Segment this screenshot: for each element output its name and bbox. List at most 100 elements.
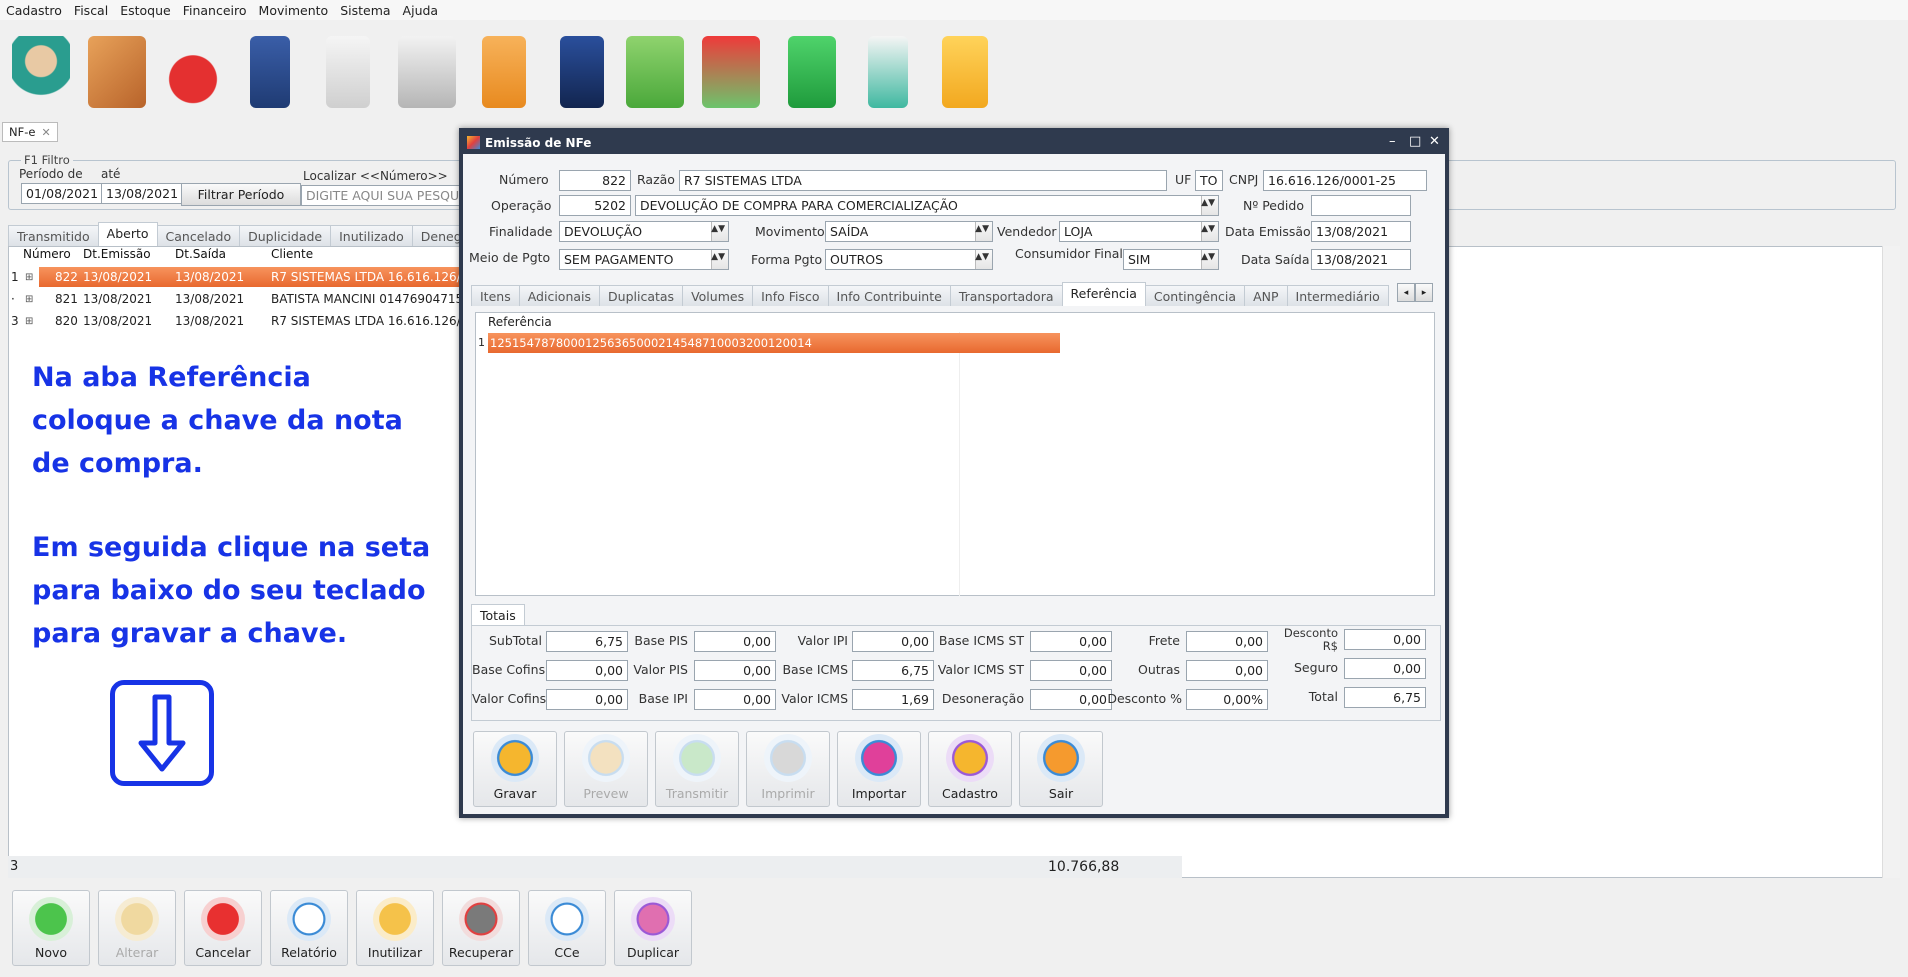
referencia-grid[interactable]: Referência 1 125154787800012563650002145… (475, 312, 1435, 596)
tab-volumes[interactable]: Volumes (682, 285, 754, 306)
tab-inutilizado[interactable]: Inutilizado (330, 225, 413, 246)
base-pis-field[interactable]: 0,00 (694, 631, 776, 652)
money-transfer-icon[interactable] (626, 36, 684, 108)
money-out-icon[interactable] (702, 36, 760, 108)
col-cliente[interactable]: Cliente (271, 247, 313, 265)
pedido-input[interactable] (1311, 195, 1411, 216)
alterar-button[interactable]: Alterar (98, 890, 176, 966)
search-input[interactable]: DIGITE AQUI SUA PESQUISA (301, 185, 461, 206)
meio-pgto-select[interactable]: SEM PAGAMENTO ▲▼ (559, 249, 729, 270)
duplicar-button[interactable]: Duplicar (614, 890, 692, 966)
menu-cadastro[interactable]: Cadastro (6, 3, 62, 18)
col-dt-saida[interactable]: Dt.Saída (175, 247, 226, 265)
novo-button[interactable]: Novo (12, 890, 90, 966)
menu-estoque[interactable]: Estoque (120, 3, 171, 18)
saida-input[interactable]: 13/08/2021 (1311, 249, 1411, 270)
tab-contingencia[interactable]: Contingência (1144, 285, 1246, 306)
importar-button[interactable]: Importar (837, 731, 921, 807)
expand-icon[interactable]: ⊞ (25, 316, 33, 327)
tab-intermediario[interactable]: Intermediário (1286, 285, 1389, 306)
tab-anp[interactable]: ANP (1244, 285, 1288, 306)
subtotal-field[interactable]: 6,75 (546, 631, 628, 652)
valor-icms-st-field[interactable]: 0,00 (1030, 660, 1112, 681)
cce-button[interactable]: CCe (528, 890, 606, 966)
close-icon[interactable]: ✕ (41, 126, 50, 139)
movimento-select[interactable]: SAÍDA ▲▼ (825, 221, 993, 242)
date-from-input[interactable]: 01/08/2021 (21, 183, 105, 204)
menu-financeiro[interactable]: Financeiro (183, 3, 247, 18)
tab-adicionais[interactable]: Adicionais (518, 285, 601, 306)
base-cofins-field[interactable]: 0,00 (546, 660, 628, 681)
user-icon[interactable] (12, 36, 70, 108)
uf-input[interactable]: TO (1195, 170, 1223, 191)
total-field[interactable]: 6,75 (1344, 687, 1426, 708)
date-to-input[interactable]: 13/08/2021 (101, 183, 185, 204)
folder-arrow-icon[interactable] (942, 36, 988, 108)
table-row[interactable]: 3 ⊞ 820 13/08/2021 13/08/2021 R7 SISTEMA… (9, 311, 469, 331)
base-ipi-field[interactable]: 0,00 (694, 689, 776, 710)
tab-transmitido[interactable]: Transmitido (8, 225, 99, 246)
maximize-icon[interactable]: □ (1409, 134, 1421, 149)
tab-referencia[interactable]: Referência (1061, 282, 1146, 306)
tab-scroll-left-icon[interactable]: ◂ (1397, 283, 1415, 302)
relatorio-button[interactable]: Relatório (270, 890, 348, 966)
close-icon[interactable]: ✕ (1429, 134, 1440, 149)
tab-duplicatas[interactable]: Duplicatas (599, 285, 684, 306)
operacao-select[interactable]: DEVOLUÇÃO DE COMPRA PARA COMERCIALIZAÇÃO… (635, 195, 1219, 216)
tab-transportadora[interactable]: Transportadora (949, 285, 1063, 306)
minimize-icon[interactable]: – (1389, 134, 1396, 149)
basket-icon[interactable] (164, 36, 222, 108)
key-document-icon[interactable] (326, 36, 370, 108)
tab-nfe[interactable]: NF-e ✕ (2, 122, 58, 142)
table-row[interactable]: · ⊞ 821 13/08/2021 13/08/2021 BATISTA MA… (9, 289, 469, 309)
inutilizar-button[interactable]: Inutilizar (356, 890, 434, 966)
razao-input[interactable]: R7 SISTEMAS LTDA (679, 170, 1167, 191)
consumidor-select[interactable]: SIM ▲▼ (1123, 249, 1219, 270)
tab-itens[interactable]: Itens (471, 285, 520, 306)
cash-register-icon[interactable] (398, 36, 456, 108)
forma-pgto-select[interactable]: OUTROS ▲▼ (825, 249, 993, 270)
cancelar-button[interactable]: Cancelar (184, 890, 262, 966)
prevew-button[interactable]: Prevew (564, 731, 648, 807)
sair-button[interactable]: Sair (1019, 731, 1103, 807)
numero-input[interactable]: 822 (559, 170, 631, 191)
box-icon[interactable] (88, 36, 146, 108)
grid-scrollbar[interactable] (1882, 246, 1900, 878)
seguro-field[interactable]: 0,00 (1344, 658, 1426, 679)
gravar-button[interactable]: Gravar (473, 731, 557, 807)
dollar-book-icon[interactable] (560, 36, 604, 108)
tab-info-contribuinte[interactable]: Info Contribuinte (827, 285, 951, 306)
table-row[interactable]: 1 ⊞ 822 13/08/2021 13/08/2021 R7 SISTEMA… (9, 267, 469, 287)
menu-ajuda[interactable]: Ajuda (403, 3, 439, 18)
usb-drive-icon[interactable] (868, 36, 908, 108)
calculator-icon[interactable] (250, 36, 290, 108)
finalidade-select[interactable]: DEVOLUÇÃO ▲▼ (559, 221, 729, 242)
menu-movimento[interactable]: Movimento (259, 3, 329, 18)
valor-pis-field[interactable]: 0,00 (694, 660, 776, 681)
filter-period-button[interactable]: Filtrar Período (181, 183, 301, 206)
cnpj-input[interactable]: 16.616.126/0001-25 (1263, 170, 1427, 191)
menu-fiscal[interactable]: Fiscal (74, 3, 108, 18)
transmitir-button[interactable]: Transmitir (655, 731, 739, 807)
outras-field[interactable]: 0,00 (1186, 660, 1268, 681)
frete-field[interactable]: 0,00 (1186, 631, 1268, 652)
tab-duplicidade[interactable]: Duplicidade (239, 225, 332, 246)
col-dt-emissao[interactable]: Dt.Emissão (83, 247, 151, 265)
operacao-code-input[interactable]: 5202 (559, 195, 631, 216)
expand-icon[interactable]: ⊞ (25, 272, 33, 283)
valor-cofins-field[interactable]: 0,00 (546, 689, 628, 710)
tab-aberto[interactable]: Aberto (97, 222, 158, 246)
valor-ipi-field[interactable]: 0,00 (852, 631, 934, 652)
nfe-document-icon[interactable] (482, 36, 526, 108)
valor-icms-field[interactable]: 1,69 (852, 689, 934, 710)
phone-icon[interactable] (788, 36, 836, 108)
desconto-rs-field[interactable]: 0,00 (1344, 629, 1426, 650)
menu-sistema[interactable]: Sistema (340, 3, 390, 18)
tab-cancelado[interactable]: Cancelado (156, 225, 241, 246)
cadastro-button[interactable]: Cadastro (928, 731, 1012, 807)
tab-info-fisco[interactable]: Info Fisco (752, 285, 829, 306)
desoneracao-field[interactable]: 0,00 (1030, 689, 1112, 710)
referencia-key-cell[interactable]: 1251547878000125636500021454871000320012… (488, 333, 1060, 353)
recuperar-button[interactable]: Recuperar (442, 890, 520, 966)
emissao-input[interactable]: 13/08/2021 (1311, 221, 1411, 242)
